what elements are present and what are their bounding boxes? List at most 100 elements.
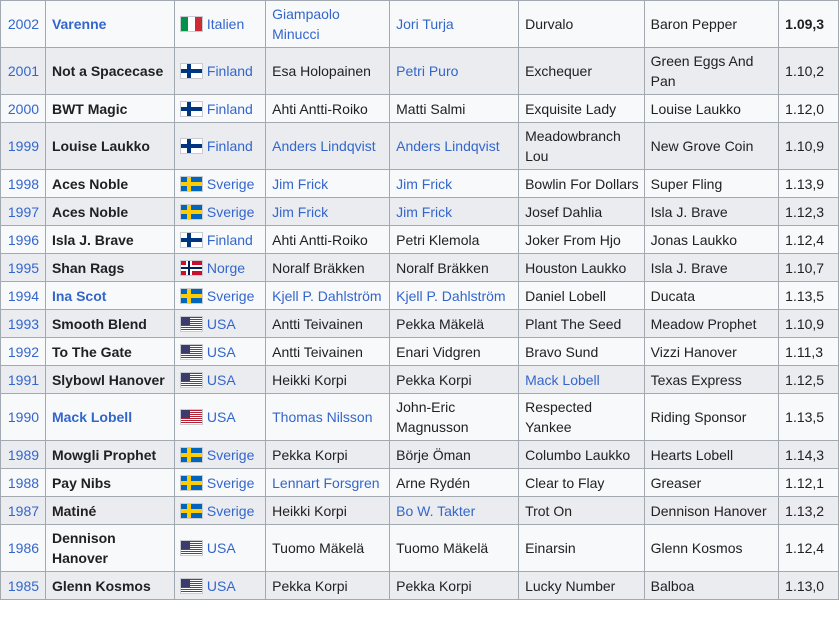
driver-name[interactable]: Petri Puro bbox=[396, 63, 458, 79]
trainer-name[interactable]: Thomas Nilsson bbox=[272, 409, 372, 425]
trainer-name: Noralf Bräkken bbox=[272, 259, 365, 276]
year-link[interactable]: 1992 bbox=[8, 344, 39, 360]
country-link[interactable]: Sverige bbox=[207, 176, 254, 192]
year-link[interactable]: 1985 bbox=[8, 578, 39, 594]
finish-time: 1.12,1 bbox=[785, 474, 825, 491]
driver-name: Börje Öman bbox=[396, 446, 471, 463]
country-link[interactable]: Sverige bbox=[207, 475, 254, 491]
second-place-horse: Clear to Flay bbox=[525, 474, 605, 491]
second-place-horse: Trot On bbox=[525, 502, 573, 519]
year-link[interactable]: 2000 bbox=[8, 101, 39, 117]
table-row: 1999 Louise Laukko Finland Anders Lindqv… bbox=[0, 122, 839, 170]
flag-sweden-icon[interactable] bbox=[180, 288, 202, 303]
third-place-horse: Super Fling bbox=[650, 175, 723, 192]
flag-italy-icon[interactable] bbox=[180, 17, 202, 31]
country-link[interactable]: USA bbox=[207, 372, 236, 388]
country-link[interactable]: Finland bbox=[207, 232, 253, 248]
table-row: 1994 Ina Scot Sverige Kjell P. Dahlström… bbox=[0, 281, 839, 310]
driver-name: Pekka Mäkelä bbox=[396, 315, 485, 332]
driver-name[interactable]: Kjell P. Dahlström bbox=[396, 288, 505, 304]
flag-sweden-icon[interactable] bbox=[180, 447, 202, 462]
flag-finland-icon[interactable] bbox=[180, 101, 202, 116]
year-link[interactable]: 1999 bbox=[8, 138, 39, 154]
finish-time: 1.12,0 bbox=[785, 100, 825, 117]
trainer-name: Pekka Korpi bbox=[272, 446, 348, 463]
country-link[interactable]: USA bbox=[207, 409, 236, 425]
third-place-horse: Glenn Kosmos bbox=[650, 540, 743, 556]
country-link[interactable]: Norge bbox=[207, 260, 245, 276]
country-link[interactable]: Finland bbox=[207, 101, 253, 117]
third-place-horse: Isla J. Brave bbox=[650, 259, 728, 276]
finish-time: 1.12,3 bbox=[785, 203, 825, 220]
horse-name: Shan Rags bbox=[51, 259, 125, 276]
driver-name: Pekka Korpi bbox=[396, 577, 472, 594]
country-link[interactable]: Italien bbox=[207, 16, 244, 32]
year-link[interactable]: 1996 bbox=[8, 232, 39, 248]
year-link[interactable]: 1997 bbox=[8, 204, 39, 220]
flag-finland-icon[interactable] bbox=[180, 232, 202, 247]
flag-usa-icon[interactable] bbox=[180, 410, 202, 424]
country-link[interactable]: USA bbox=[207, 316, 236, 332]
driver-name[interactable]: Anders Lindqvist bbox=[396, 138, 500, 154]
flag-usa-icon[interactable] bbox=[180, 541, 202, 555]
country-link[interactable]: USA bbox=[207, 578, 236, 594]
trainer-name[interactable]: Jim Frick bbox=[272, 176, 328, 192]
driver-name[interactable]: Jim Frick bbox=[396, 204, 452, 220]
finish-time: 1.14,3 bbox=[785, 446, 825, 463]
year-link[interactable]: 1986 bbox=[8, 540, 39, 556]
flag-sweden-icon[interactable] bbox=[180, 204, 202, 219]
year-link[interactable]: 1998 bbox=[8, 176, 39, 192]
table-row: 1993 Smooth Blend USA Antti Teivainen Pe… bbox=[0, 309, 839, 338]
country-link[interactable]: Finland bbox=[207, 138, 253, 154]
year-link[interactable]: 1987 bbox=[8, 503, 39, 519]
country-link[interactable]: USA bbox=[207, 540, 236, 556]
flag-usa-icon[interactable] bbox=[180, 344, 202, 359]
year-link[interactable]: 2001 bbox=[8, 63, 39, 79]
flag-sweden-icon[interactable] bbox=[180, 503, 202, 518]
country-link[interactable]: Sverige bbox=[207, 288, 254, 304]
flag-sweden-icon[interactable] bbox=[180, 475, 202, 490]
year-link[interactable]: 1993 bbox=[8, 316, 39, 332]
horse-name[interactable]: Ina Scot bbox=[52, 288, 106, 304]
country-link[interactable]: Sverige bbox=[207, 204, 254, 220]
trainer-name[interactable]: Lennart Forsgren bbox=[272, 475, 379, 491]
driver-name: Matti Salmi bbox=[396, 100, 466, 117]
table-row: 1989 Mowgli Prophet Sverige Pekka Korpi … bbox=[0, 440, 839, 469]
driver-name[interactable]: Jori Turja bbox=[396, 16, 454, 32]
flag-sweden-icon[interactable] bbox=[180, 176, 202, 191]
driver-name[interactable]: Jim Frick bbox=[396, 176, 452, 192]
flag-usa-icon[interactable] bbox=[180, 372, 202, 387]
flag-finland-icon[interactable] bbox=[180, 139, 202, 153]
year-link[interactable]: 1988 bbox=[8, 475, 39, 491]
horse-name[interactable]: Varenne bbox=[52, 16, 106, 32]
trainer-name[interactable]: Kjell P. Dahlström bbox=[272, 288, 381, 304]
flag-finland-icon[interactable] bbox=[180, 64, 202, 78]
year-link[interactable]: 1991 bbox=[8, 372, 39, 388]
driver-name[interactable]: Bo W. Takter bbox=[396, 503, 475, 519]
third-place-horse: Jonas Laukko bbox=[650, 231, 738, 248]
flag-norway-icon[interactable] bbox=[180, 260, 202, 275]
year-link[interactable]: 2002 bbox=[8, 16, 39, 32]
country-link[interactable]: USA bbox=[207, 344, 236, 360]
finish-time: 1.09,3 bbox=[785, 16, 825, 32]
horse-name: Smooth Blend bbox=[51, 315, 147, 332]
country-link[interactable]: Sverige bbox=[207, 503, 254, 519]
third-place-horse: Isla J. Brave bbox=[650, 203, 728, 220]
country-link[interactable]: Sverige bbox=[207, 447, 254, 463]
trainer-name[interactable]: Giampaolo Minucci bbox=[272, 6, 340, 42]
year-link[interactable]: 1990 bbox=[8, 409, 39, 425]
year-link[interactable]: 1995 bbox=[8, 260, 39, 276]
flag-usa-icon[interactable] bbox=[180, 578, 202, 593]
trainer-name[interactable]: Anders Lindqvist bbox=[272, 138, 376, 154]
year-link[interactable]: 1989 bbox=[8, 447, 39, 463]
trainer-name[interactable]: Jim Frick bbox=[272, 204, 328, 220]
table-row: 1991 Slybowl Hanover USA Heikki Korpi Pe… bbox=[0, 365, 839, 394]
flag-usa-icon[interactable] bbox=[180, 316, 202, 331]
country-link[interactable]: Finland bbox=[207, 63, 253, 79]
horse-name: Not a Spacecase bbox=[51, 63, 164, 79]
horse-name[interactable]: Mack Lobell bbox=[52, 409, 132, 425]
driver-name: Enari Vidgren bbox=[396, 343, 481, 360]
second-place-horse[interactable]: Mack Lobell bbox=[525, 372, 600, 388]
year-link[interactable]: 1994 bbox=[8, 288, 39, 304]
table-row: 1997 Aces Noble Sverige Jim Frick Jim Fr… bbox=[0, 197, 839, 226]
